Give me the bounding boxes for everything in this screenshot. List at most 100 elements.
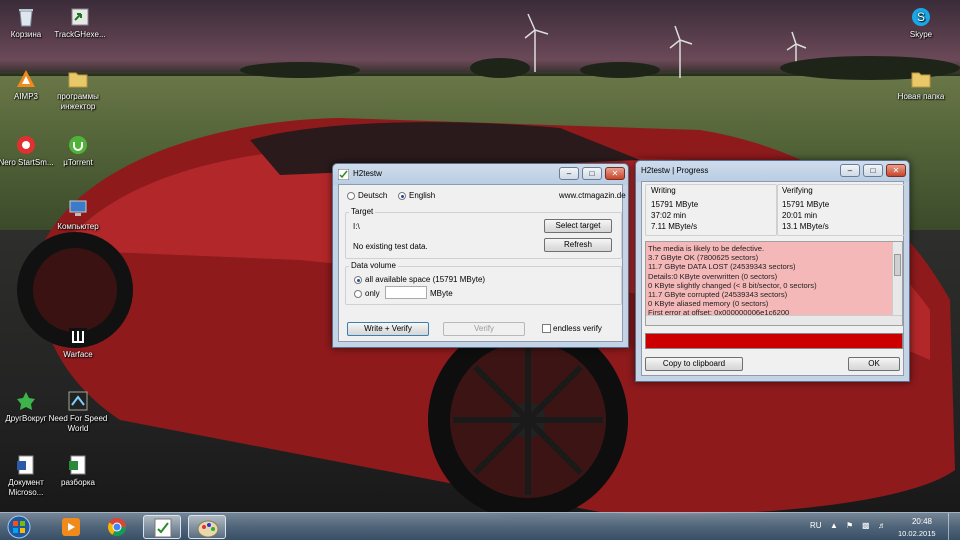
scrollbar-thumb[interactable] [894,254,901,276]
desktop-icon-recycle-bin[interactable]: Корзина [0,6,56,40]
h2testw-app-icon [338,169,349,180]
desktop-icon-warface[interactable]: Warface [48,326,108,360]
progress-client: Writing 15791 MByte 37:02 min 7.11 MByte… [641,181,905,376]
data-volume-label: Data volume [349,261,398,270]
drugvokrug-icon [17,392,35,410]
ok-button[interactable]: OK [848,357,900,371]
result-line: 0 KByte slightly changed (< 8 bit/sector… [648,280,817,290]
warface-icon [69,328,87,346]
paint-icon [197,520,219,538]
minimize-button[interactable]: – [559,167,579,180]
vertical-scrollbar[interactable] [892,242,902,315]
result-line: The media is likely to be defective. [648,244,765,253]
show-hidden-icons-icon[interactable]: ▲ [830,521,838,530]
progress-window: H2testw | Progress – □ ✕ Writing 15791 M… [635,160,910,382]
aimp-icon [17,70,35,87]
endless-verify-checkbox[interactable] [542,324,551,333]
progress-bar-fill [646,334,902,348]
close-button[interactable]: ✕ [886,164,906,177]
folder-icon [68,72,88,88]
language-indicator[interactable]: RU [810,521,822,530]
skype-icon: S [912,8,930,26]
svg-text:S: S [917,10,925,24]
writing-size: 15791 MByte [651,200,699,209]
horizontal-scrollbar[interactable] [646,315,902,325]
refresh-button[interactable]: Refresh [544,238,612,252]
word-document-icon [17,455,34,475]
result-textbox[interactable]: The media is likely to be defective. 3.7… [645,241,903,326]
computer-icon [69,200,87,216]
all-space-label: all available space (15791 MByte) [365,275,486,284]
nero-icon [17,136,35,154]
chrome-icon [107,518,126,537]
volume-icon[interactable]: ♬ [878,521,886,530]
verifying-time: 20:01 min [782,211,818,220]
mbyte-input[interactable] [385,286,427,299]
progress-titlebar[interactable]: H2testw | Progress – □ ✕ [636,161,909,181]
mbyte-unit-label: MByte [430,289,453,298]
only-label: only [365,289,380,298]
writing-speed: 7.11 MByte/s [651,222,698,231]
h2testw-icon [154,518,172,538]
desktop-icon-nfs-world[interactable]: Need For Speed World [48,390,108,434]
only-radio[interactable] [354,290,362,298]
result-line: 0 KByte aliased memory (0 sectors) [648,299,769,309]
recycle-bin-icon [19,9,33,27]
h2testw-client: Deutsch English www.ctmagazin.de Target … [338,184,626,342]
result-lines: The media is likely to be defective. 3.7… [648,244,890,318]
lang-deutsch-radio[interactable] [347,192,355,200]
writing-label: Writing [651,186,676,195]
action-center-icon[interactable]: ⚑ [846,521,853,530]
select-target-button[interactable]: Select target [544,219,612,233]
write-verify-button[interactable]: Write + Verify [347,322,429,336]
start-button[interactable] [2,515,36,539]
verifying-speed: 13.1 MByte/s [782,222,829,231]
clock-time[interactable]: 20:48 [896,517,932,526]
desktop-icon-programs-folder[interactable]: программы инжектор [48,68,108,112]
clock-date[interactable]: 10.02.2015 [898,529,936,538]
window-title: H2testw [353,169,382,178]
lang-english-label: English [409,191,436,200]
maximize-button[interactable]: □ [863,164,883,177]
all-space-radio[interactable] [354,276,362,284]
nfs-icon [68,391,88,411]
verifying-size: 15791 MByte [782,200,830,209]
media-player-icon [62,518,80,536]
h2testw-titlebar[interactable]: H2testw – □ ✕ [333,164,628,184]
shortcut-icon [71,8,89,26]
lang-english-radio[interactable] [398,192,406,200]
lang-deutsch-label: Deutsch [358,191,388,200]
minimize-button[interactable]: – [840,164,860,177]
website-link[interactable]: www.ctmagazin.de [559,191,626,200]
progress-bar [645,333,903,349]
verifying-label: Verifying [782,186,813,195]
start-orb-icon [7,515,31,539]
target-group-label: Target [349,207,376,216]
desktop-icon-excel-document[interactable]: разборка [48,454,108,488]
desktop-icon-trackghexe[interactable]: TrackGHexe... [50,6,110,40]
progress-window-title: H2testw | Progress [641,166,709,175]
network-icon[interactable]: ▩ [862,521,870,530]
excel-document-icon [69,455,86,475]
maximize-button[interactable]: □ [582,167,602,180]
desktop-icon-new-folder[interactable]: Новая папка [891,68,951,102]
test-data-status: No existing test data. [353,242,428,251]
taskbar-h2testw[interactable] [143,515,181,539]
taskbar-chrome[interactable] [98,515,136,539]
folder-icon [911,72,931,88]
h2testw-window: H2testw – □ ✕ Deutsch English www.ctmaga… [332,163,629,348]
show-desktop-button[interactable] [948,513,960,540]
close-button[interactable]: ✕ [605,167,625,180]
desktop-icon-computer[interactable]: Компьютер [48,198,108,232]
result-line: Details:0 KByte overwritten (0 sectors) [648,271,778,281]
desktop-icon-skype[interactable]: S Skype [891,6,951,40]
desktop-icon-utorrent[interactable]: µTorrent [48,134,108,168]
taskbar-paint[interactable] [188,515,226,539]
result-line: 11.7 GByte DATA LOST (24539343 sectors) [648,262,796,272]
result-line: 11.7 GByte corrupted (24539343 sectors) [648,290,788,300]
result-line: 3.7 GByte OK (7800625 sectors) [648,253,759,263]
copy-to-clipboard-button[interactable]: Copy to clipboard [645,357,743,371]
writing-time: 37:02 min [651,211,687,220]
verify-button[interactable]: Verify [443,322,525,336]
taskbar-media-player[interactable] [52,515,90,539]
